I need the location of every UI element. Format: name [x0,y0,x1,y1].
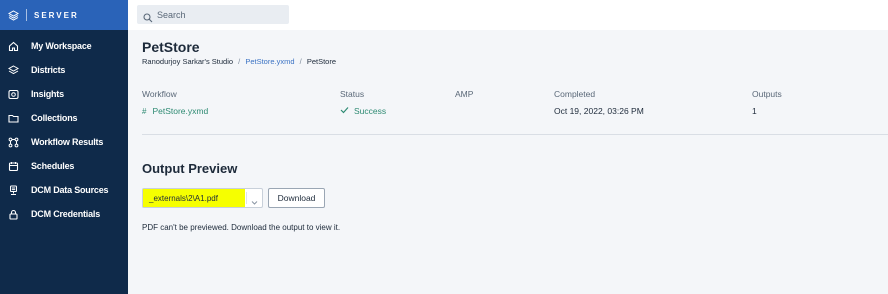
preview-message: PDF can't be previewed. Download the out… [142,223,341,232]
check-icon [340,106,349,116]
status-text: Success [354,106,387,116]
folder-icon [8,113,19,124]
sidebar-nav: My Workspace Districts Insights Collecti… [0,30,128,226]
completed-header: Completed [554,89,596,99]
main-content: PetStore Ranodurjoy Sarkar's Studio / Pe… [128,30,888,294]
output-file-value: _externals\2\A1.pdf [149,194,218,203]
workflow-name: PetStore.yxmd [152,106,209,116]
page-title: PetStore [142,39,200,55]
breadcrumb-workflow-link[interactable]: PetStore.yxmd [245,57,294,66]
search-input[interactable] [157,9,287,20]
search-icon [143,10,153,22]
search-box[interactable] [137,5,289,24]
home-icon [8,41,19,52]
brand-divider [26,9,27,21]
status-header: Status [340,89,365,99]
sidebar-item-collections[interactable]: Collections [0,106,128,130]
lock-icon [8,209,19,220]
divider [142,134,888,135]
breadcrumb-separator: / [299,57,302,66]
sidebar-item-schedules[interactable]: Schedules [0,154,128,178]
sidebar-item-dcm-data-sources[interactable]: DCM Data Sources [0,178,128,202]
top-bar [128,0,888,30]
layers-icon [8,64,19,76]
sidebar-item-districts[interactable]: Districts [0,58,128,82]
breadcrumb: Ranodurjoy Sarkar's Studio / PetStore.yx… [142,57,336,66]
sidebar-item-label: DCM Credentials [31,209,101,219]
sidebar-item-label: Collections [31,113,78,123]
breadcrumb-current: PetStore [306,57,336,66]
calendar-icon [8,161,19,172]
download-button[interactable]: Download [268,188,325,208]
sidebar-item-label: Workflow Results [31,137,104,147]
sidebar-item-label: DCM Data Sources [31,185,109,195]
sidebar-item-label: Districts [31,65,66,75]
completed-value: Oct 19, 2022, 03:26 PM [554,106,644,116]
workflow-icon [8,137,19,148]
workflow-link[interactable]: # PetStore.yxmd [142,106,208,116]
output-preview-title: Output Preview [142,161,238,176]
server-logo-icon [7,9,20,22]
sidebar-item-workflow-results[interactable]: Workflow Results [0,130,128,154]
sidebar-item-my-workspace[interactable]: My Workspace [0,34,128,58]
sidebar-item-label: My Workspace [31,41,92,51]
sidebar-item-dcm-credentials[interactable]: DCM Credentials [0,202,128,226]
output-file-select[interactable]: _externals\2\A1.pdf [142,188,263,208]
brand-header[interactable]: SERVER [0,0,128,30]
brand-name: SERVER [34,10,79,20]
outputs-value: 1 [752,106,757,116]
select-divider [246,192,247,204]
workflow-hash-icon: # [142,106,147,116]
status-value: Success [340,106,386,116]
workflow-header: Workflow [142,89,177,99]
sidebar-item-label: Schedules [31,161,75,171]
breadcrumb-studio: Ranodurjoy Sarkar's Studio [142,57,234,66]
sidebar-item-insights[interactable]: Insights [0,82,128,106]
data-source-icon [8,185,19,196]
outputs-header: Outputs [752,89,782,99]
amp-header: AMP [455,89,474,99]
sidebar-item-label: Insights [31,89,64,99]
sidebar: SERVER My Workspace Districts Insights C… [0,0,128,294]
chevron-down-icon[interactable] [250,194,259,205]
insights-icon [8,89,19,100]
breadcrumb-separator: / [238,57,241,66]
